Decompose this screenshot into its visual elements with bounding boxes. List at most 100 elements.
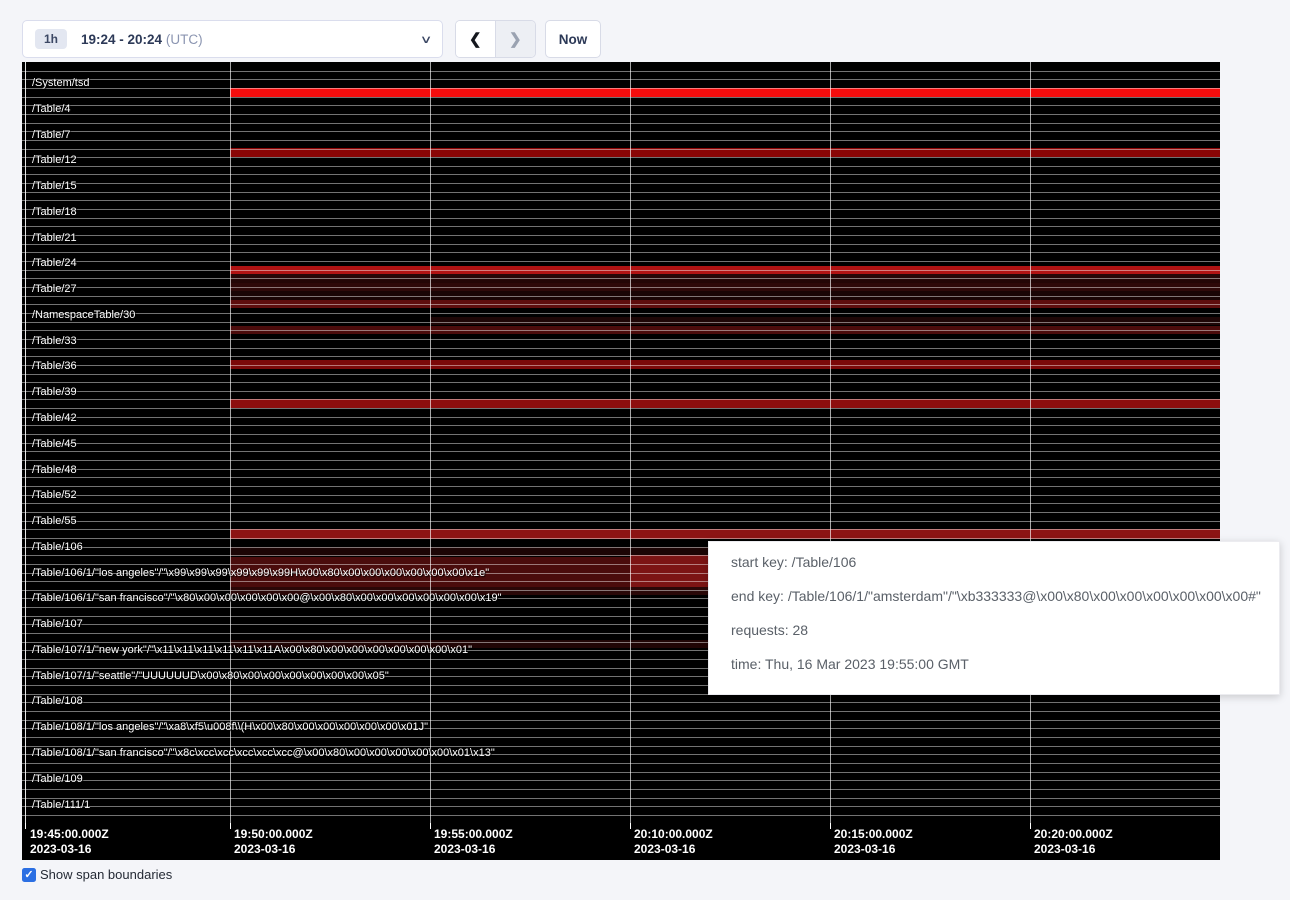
span-boundary-line (22, 157, 1220, 158)
tooltip-start-key: start key: /Table/106 (731, 554, 856, 570)
heat-band (430, 317, 1220, 325)
tooltip-end-key: end key: /Table/106/1/"amsterdam"/"\xb33… (731, 588, 1261, 604)
span-boundary-line (22, 417, 1220, 418)
span-boundary-line (22, 131, 1220, 132)
row-key-label: /Table/107 (32, 618, 83, 630)
time-axis: 19:45:00.000Z2023-03-16 19:50:00.000Z2023… (22, 823, 1220, 860)
show-span-boundaries-checkbox[interactable]: ✓ (22, 868, 36, 882)
span-boundary-line (22, 477, 1220, 478)
axis-time-label: 19:50:00.000Z2023-03-16 (234, 827, 313, 857)
span-boundary-line (22, 495, 1220, 496)
span-boundary-line (22, 443, 1220, 444)
tooltip-requests: requests: 28 (731, 622, 808, 638)
row-key-label: /Table/33 (32, 335, 77, 347)
row-key-label: /Table/108/1/"los angeles"/"\xa8\xf5\u00… (32, 721, 428, 733)
tooltip-time: time: Thu, 16 Mar 2023 19:55:00 GMT (731, 656, 969, 672)
row-key-label: /Table/109 (32, 773, 83, 785)
span-boundary-line (22, 114, 1220, 115)
span-boundary-line (22, 261, 1220, 262)
prev-time-button[interactable]: ❮ (456, 21, 496, 57)
span-boundary-line (22, 71, 1220, 72)
span-boundary-line (22, 399, 1220, 400)
row-key-label: /Table/18 (32, 206, 77, 218)
span-boundaries-row: ✓ Show span boundaries (22, 867, 172, 882)
span-boundary-line (22, 313, 1220, 314)
row-key-label: /Table/12 (32, 154, 77, 166)
span-boundary-line (22, 192, 1220, 193)
heatmap-chart[interactable]: /System/tsd/Table/4/Table/7/Table/12/Tab… (22, 62, 1220, 823)
axis-tick (830, 823, 831, 829)
row-key-label: /Table/4 (32, 103, 71, 115)
span-boundary-line (22, 529, 1220, 530)
span-boundary-line (22, 425, 1220, 426)
span-boundary-line (22, 304, 1220, 305)
span-boundary-line (22, 88, 1220, 89)
span-boundary-line (22, 252, 1220, 253)
time-bucket-line (230, 62, 231, 823)
span-boundary-line (22, 200, 1220, 201)
row-key-label: /NamespaceTable/30 (32, 309, 135, 321)
duration-badge: 1h (35, 29, 67, 49)
span-boundary-line (22, 780, 1220, 781)
span-boundary-line (22, 174, 1220, 175)
span-boundary-line (22, 209, 1220, 210)
span-boundary-line (22, 798, 1220, 799)
span-boundary-line (22, 408, 1220, 409)
now-button[interactable]: Now (545, 20, 601, 58)
time-bucket-line (430, 62, 431, 823)
span-boundary-line (22, 79, 1220, 80)
span-boundary-line (22, 149, 1220, 150)
time-bucket-line (830, 62, 831, 823)
row-key-label: /Table/52 (32, 489, 77, 501)
row-key-label: /Table/108/1/"san francisco"/"\x8c\xcc\x… (32, 747, 495, 759)
row-key-label: /Table/39 (32, 386, 77, 398)
span-boundary-line (22, 365, 1220, 366)
row-key-label: /Table/24 (32, 257, 77, 269)
span-boundary-line (22, 218, 1220, 219)
time-range-text: 19:24 - 20:24 (UTC) (81, 32, 203, 47)
row-key-label: /Table/45 (32, 438, 77, 450)
span-boundary-line (22, 183, 1220, 184)
axis-time-label: 20:20:00.000Z2023-03-16 (1034, 827, 1113, 857)
span-boundary-line (22, 815, 1220, 816)
axis-time-label: 19:45:00.000Z2023-03-16 (30, 827, 109, 857)
span-boundary-line (22, 140, 1220, 141)
span-boundary-line (22, 382, 1220, 383)
key-visualizer-heatmap[interactable]: /System/tsd/Table/4/Table/7/Table/12/Tab… (22, 62, 1220, 860)
span-boundary-line (22, 772, 1220, 773)
span-boundary-line (22, 322, 1220, 323)
span-boundary-line (22, 296, 1220, 297)
row-key-label: /Table/27 (32, 283, 77, 295)
row-key-label: /Table/55 (32, 515, 77, 527)
row-key-label: /System/tsd (32, 77, 89, 89)
span-boundary-line (22, 451, 1220, 452)
row-key-label: /Table/15 (32, 180, 77, 192)
span-boundary-line (22, 391, 1220, 392)
span-boundary-line (22, 244, 1220, 245)
axis-tick (25, 823, 26, 829)
next-time-button[interactable]: ❯ (496, 21, 536, 57)
span-boundary-line (22, 521, 1220, 522)
time-range-select[interactable]: 1h 19:24 - 20:24 (UTC) ∨ (22, 20, 443, 58)
row-key-label: /Table/21 (32, 232, 77, 244)
span-boundary-line (22, 737, 1220, 738)
row-key-label: /Table/36 (32, 360, 77, 372)
span-boundary-line (22, 348, 1220, 349)
row-key-label: /Table/107/1/"new york"/"\x11\x11\x11\x1… (32, 644, 472, 656)
span-boundary-line (22, 538, 1220, 539)
axis-tick (1030, 823, 1031, 829)
time-range-value: 19:24 - 20:24 (81, 32, 162, 47)
span-boundary-line (22, 469, 1220, 470)
span-boundary-line (22, 763, 1220, 764)
span-boundary-line (22, 330, 1220, 331)
chevron-down-icon: ∨ (420, 33, 433, 46)
axis-time-label: 20:10:00.000Z2023-03-16 (634, 827, 713, 857)
span-boundary-line (22, 356, 1220, 357)
row-key-label: /Table/106/1/"san francisco"/"\x80\x00\x… (32, 592, 502, 604)
row-key-label: /Table/7 (32, 129, 71, 141)
axis-tick (230, 823, 231, 829)
span-boundary-line (22, 711, 1220, 712)
span-tooltip: start key: /Table/106 end key: /Table/10… (708, 541, 1280, 695)
span-boundary-line (22, 166, 1220, 167)
axis-tick (630, 823, 631, 829)
